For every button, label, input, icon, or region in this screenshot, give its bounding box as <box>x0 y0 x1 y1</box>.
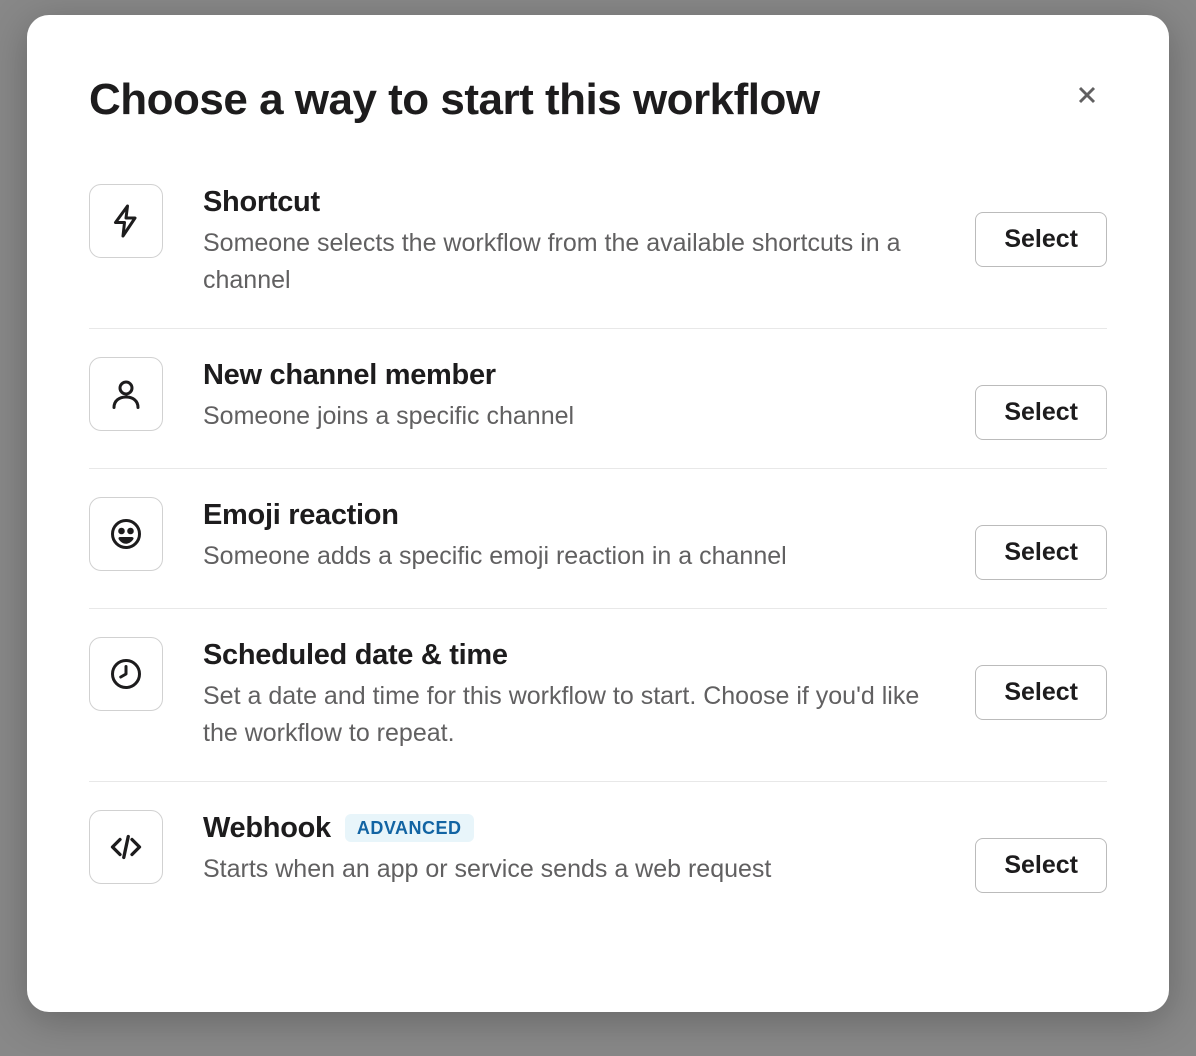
trigger-icon-box <box>89 497 163 571</box>
trigger-title: Emoji reaction <box>203 499 399 532</box>
person-icon <box>108 376 144 412</box>
trigger-new-channel-member: New channel member Someone joins a speci… <box>89 329 1107 469</box>
trigger-webhook: Webhook ADVANCED Starts when an app or s… <box>89 782 1107 921</box>
trigger-list: Shortcut Someone selects the workflow fr… <box>89 174 1107 921</box>
modal-title: Choose a way to start this workflow <box>89 75 820 126</box>
select-button-webhook[interactable]: Select <box>975 838 1107 893</box>
trigger-desc: Someone adds a specific emoji reaction i… <box>203 538 935 576</box>
clock-icon <box>108 656 144 692</box>
trigger-title: New channel member <box>203 359 496 392</box>
close-icon <box>1073 81 1101 109</box>
trigger-icon-box <box>89 810 163 884</box>
trigger-desc: Starts when an app or service sends a we… <box>203 851 935 889</box>
trigger-scheduled: Scheduled date & time Set a date and tim… <box>89 609 1107 782</box>
trigger-shortcut: Shortcut Someone selects the workflow fr… <box>89 174 1107 329</box>
emoji-icon <box>108 516 144 552</box>
select-button-scheduled[interactable]: Select <box>975 665 1107 720</box>
code-icon <box>108 829 144 865</box>
lightning-icon <box>108 203 144 239</box>
trigger-icon-box <box>89 637 163 711</box>
trigger-content: New channel member Someone joins a speci… <box>203 357 935 436</box>
advanced-badge: ADVANCED <box>345 814 474 842</box>
trigger-content: Shortcut Someone selects the workflow fr… <box>203 184 935 300</box>
select-button-shortcut[interactable]: Select <box>975 212 1107 267</box>
trigger-emoji-reaction: Emoji reaction Someone adds a specific e… <box>89 469 1107 609</box>
modal-header: Choose a way to start this workflow <box>89 75 1107 126</box>
trigger-desc: Set a date and time for this workflow to… <box>203 678 935 753</box>
trigger-title: Scheduled date & time <box>203 639 508 672</box>
trigger-icon-box <box>89 184 163 258</box>
workflow-trigger-modal: Choose a way to start this workflow Shor… <box>27 15 1169 1012</box>
trigger-content: Scheduled date & time Set a date and tim… <box>203 637 935 753</box>
trigger-content: Emoji reaction Someone adds a specific e… <box>203 497 935 576</box>
trigger-title: Shortcut <box>203 186 320 219</box>
trigger-desc: Someone joins a specific channel <box>203 398 935 436</box>
select-button-new-channel-member[interactable]: Select <box>975 385 1107 440</box>
trigger-icon-box <box>89 357 163 431</box>
trigger-content: Webhook ADVANCED Starts when an app or s… <box>203 810 935 889</box>
trigger-desc: Someone selects the workflow from the av… <box>203 225 935 300</box>
select-button-emoji-reaction[interactable]: Select <box>975 525 1107 580</box>
close-button[interactable] <box>1067 75 1107 115</box>
trigger-title: Webhook <box>203 812 331 845</box>
